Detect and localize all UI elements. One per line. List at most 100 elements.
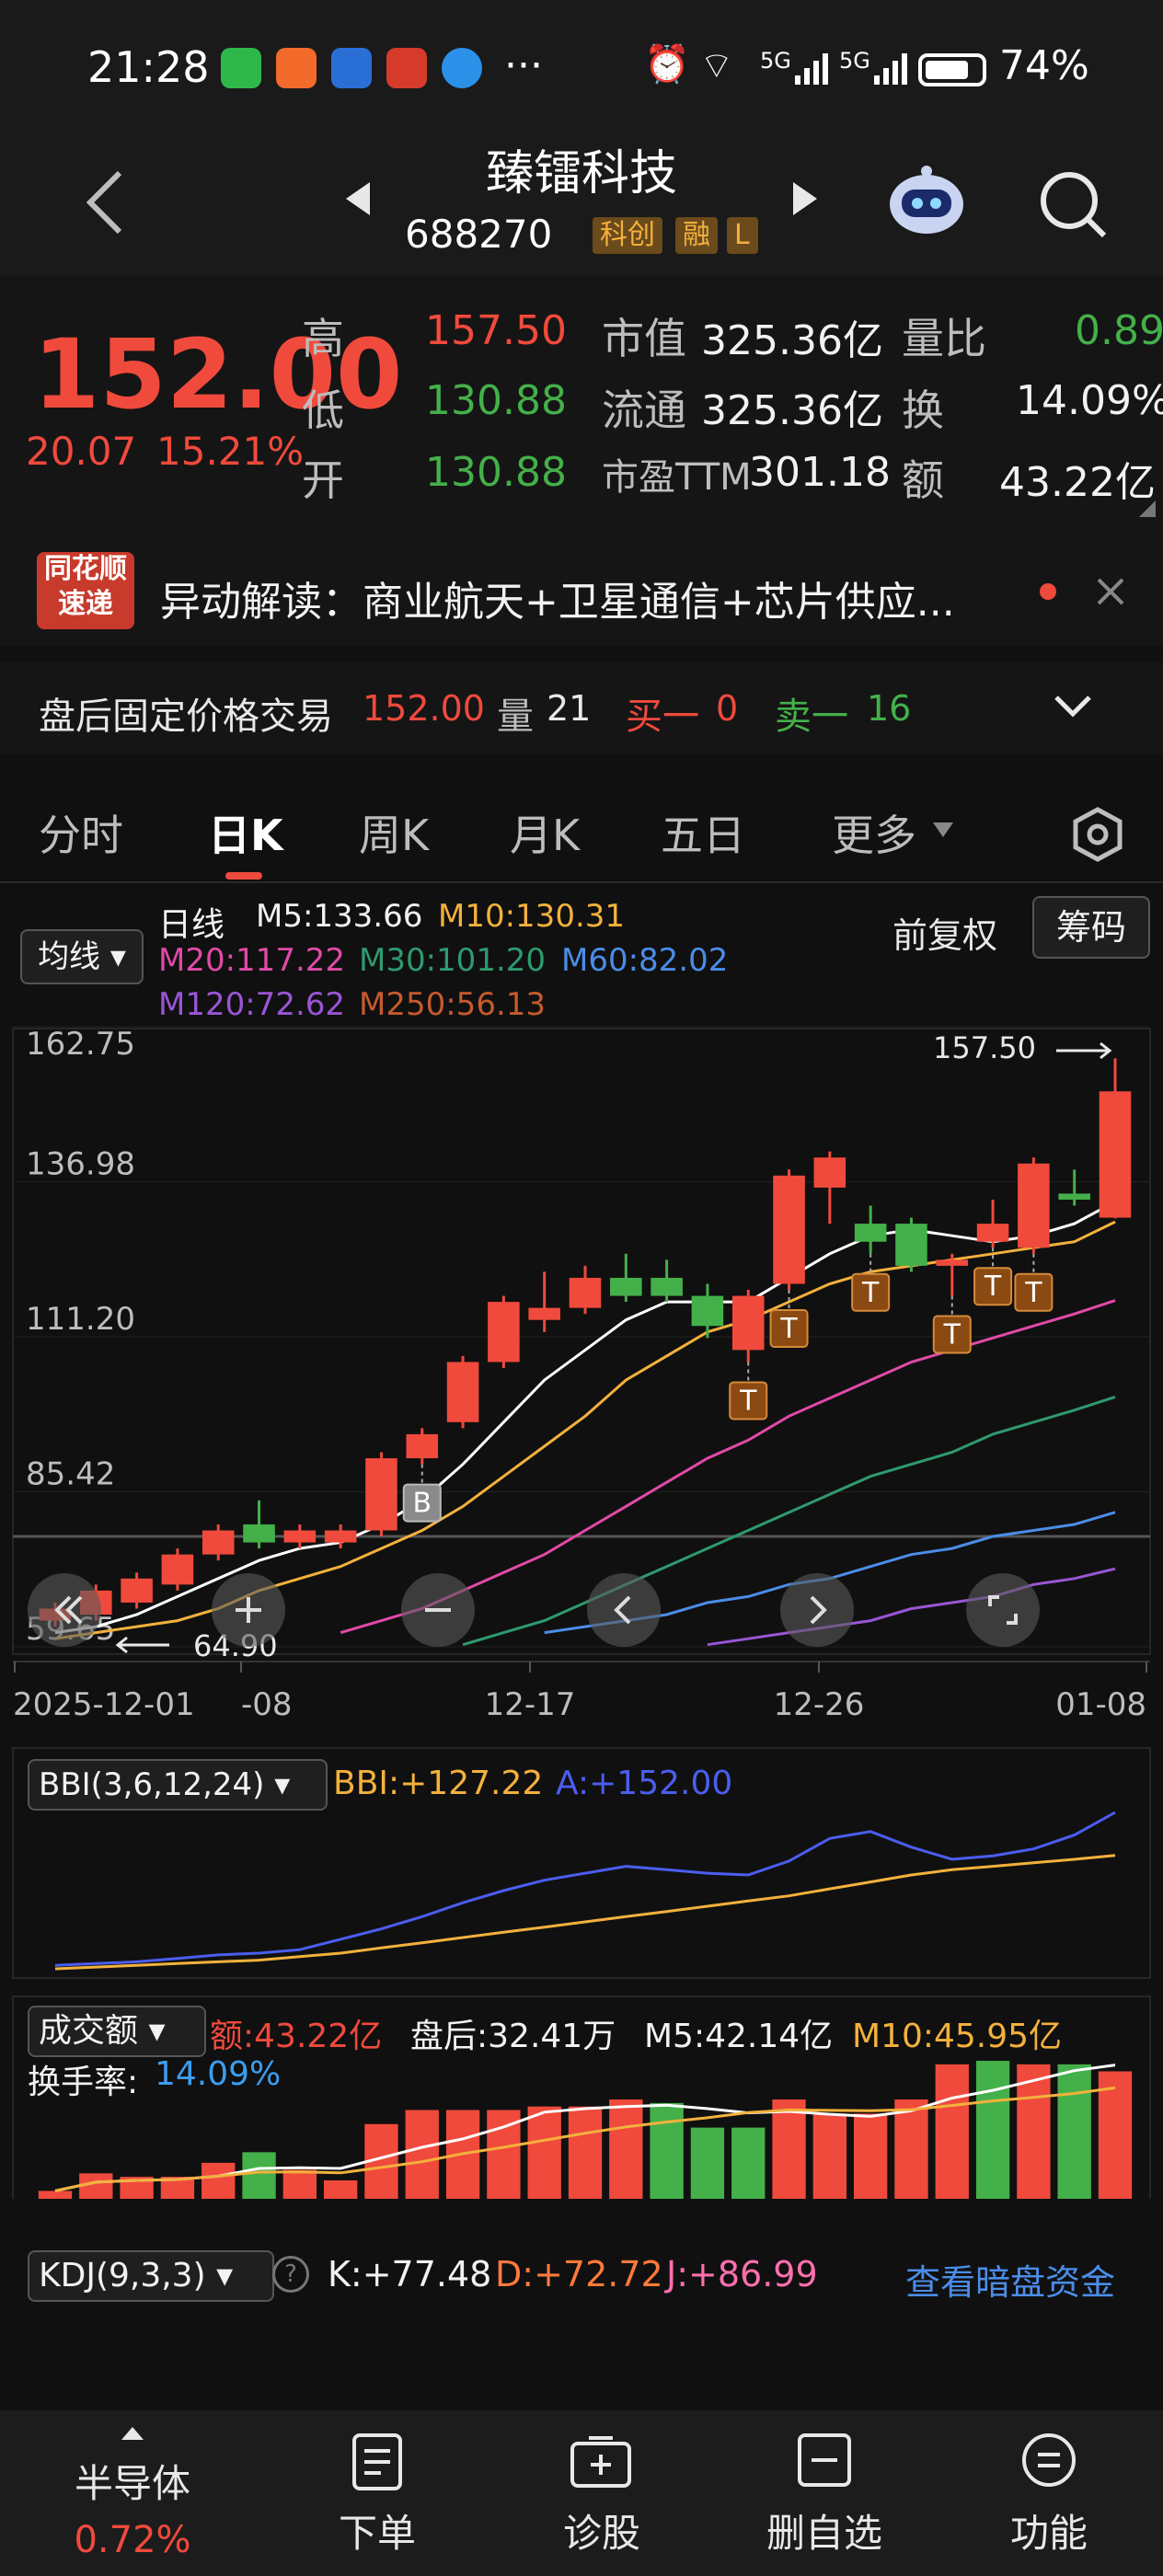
volume-selector[interactable]: 成交额 ▾ <box>28 2006 206 2057</box>
pan-right-icon-bg <box>780 1573 854 1647</box>
volume-bar <box>935 2064 969 2199</box>
tab-more[interactable]: 更多 <box>832 802 916 863</box>
chevron-down-icon[interactable] <box>1053 692 1093 719</box>
candle-body <box>854 1224 887 1242</box>
pe-label: 市盈TTM <box>602 456 752 499</box>
stock-name: 臻镭科技 <box>485 146 677 201</box>
float-label: 流通 <box>602 385 686 435</box>
functions-icon[interactable] <box>1021 2432 1077 2488</box>
candle-body <box>773 1175 805 1284</box>
robot-assistant-icon[interactable] <box>885 164 968 237</box>
adjust-mode[interactable]: 前复权 <box>892 907 997 958</box>
signal-5g-label: 5G <box>760 48 791 74</box>
zoom-out-icon[interactable] <box>401 1573 475 1647</box>
trade-marker-label: T <box>739 1385 757 1417</box>
remove-watchlist-icon[interactable] <box>797 2432 852 2488</box>
trade-marker-label: B <box>412 1488 432 1520</box>
tab-five-day[interactable]: 五日 <box>661 802 745 863</box>
chips-button[interactable]: 筹码 <box>1032 896 1150 959</box>
tab-daily-k[interactable]: 日K <box>208 802 283 863</box>
help-icon[interactable]: ? <box>272 2256 309 2293</box>
trade-marker-label: T <box>779 1313 798 1345</box>
dark-pool-link[interactable]: 查看暗盘资金 <box>905 2254 1115 2305</box>
candle-body <box>243 1524 275 1543</box>
signal-icon-2 <box>872 50 909 86</box>
candle-body <box>1058 1193 1090 1200</box>
candle-body <box>324 1530 357 1543</box>
kdj-selector[interactable]: KDJ(9,3,3) ▾ <box>28 2250 274 2302</box>
ma60-label: M60:82.02 <box>561 942 729 979</box>
app-icon-3 <box>331 48 372 88</box>
ma10-label: M10:130.31 <box>438 898 626 935</box>
volume-ratio-label: 量比 <box>902 314 986 363</box>
ma-selector-button[interactable]: 均线 ▾ <box>20 929 144 984</box>
float-value: 325.36亿 <box>701 387 883 434</box>
candle-body <box>936 1259 969 1266</box>
volume-bar <box>568 2106 603 2199</box>
bbi-selector[interactable]: BBI(3,6,12,24) ▾ <box>28 1759 328 1811</box>
open-label: 开 <box>302 455 344 505</box>
rewind-icon[interactable] <box>28 1573 101 1647</box>
functions-button[interactable]: 功能 <box>957 2502 1141 2559</box>
expand-corner-icon[interactable] <box>1139 500 1156 517</box>
search-icon[interactable] <box>1036 167 1110 241</box>
order-icon[interactable] <box>351 2432 403 2491</box>
volume-bar <box>323 2179 358 2199</box>
ma250-label: M250:56.13 <box>359 986 547 1023</box>
turnover-rate-label: 换手率: <box>28 2064 139 2101</box>
diagnose-button[interactable]: 诊股 <box>510 2502 694 2559</box>
volume-bar <box>202 2162 236 2199</box>
amount-value-label: 额:43.22亿 <box>210 2018 383 2055</box>
app-icon-4 <box>386 48 427 88</box>
close-icon[interactable] <box>1095 576 1126 607</box>
candle-body <box>283 1530 317 1543</box>
zoom-in-icon[interactable] <box>212 1573 285 1647</box>
volume-bar <box>690 2127 725 2199</box>
tab-weekly-k[interactable]: 周K <box>359 802 429 863</box>
candle-body <box>691 1295 724 1327</box>
volume-ratio-value: 0.89 <box>1075 307 1163 354</box>
next-stock-icon[interactable] <box>789 180 821 217</box>
volume-bar <box>731 2127 766 2199</box>
high-value: 157.50 <box>425 307 567 354</box>
news-text[interactable]: 异动解读：商业航天+卫星通信+芯片供应... <box>160 569 1016 627</box>
after-hours-label: 盘后固定价格交易 <box>39 696 333 738</box>
amount-value: 43.22亿 <box>999 459 1156 506</box>
volume-bar <box>650 2102 684 2199</box>
pan-right-icon[interactable] <box>780 1573 854 1647</box>
sector-change: 0.72% <box>74 2519 191 2561</box>
candle-body <box>731 1295 765 1351</box>
diagnose-icon[interactable] <box>569 2434 633 2490</box>
trade-marker-label: T <box>861 1277 880 1309</box>
low-label: 低 <box>302 385 344 435</box>
volume-bar <box>1057 2064 1091 2199</box>
tab-monthly-k[interactable]: 月K <box>510 802 580 863</box>
turnover-rate-value: 14.09% <box>155 2055 282 2093</box>
buy-one-value: 0 <box>716 688 739 729</box>
high-price-marker: 157.50 <box>933 1030 1036 1065</box>
bbi-value: BBI:+127.22 <box>333 1765 544 1802</box>
browser-icon <box>442 48 482 88</box>
candle-body <box>1018 1163 1050 1248</box>
order-button[interactable]: 下单 <box>285 2502 469 2559</box>
y-tick-label: 111.20 <box>26 1301 135 1338</box>
open-value: 130.88 <box>425 449 567 496</box>
price-change-pct: 15.21% <box>156 429 305 474</box>
candle-body <box>569 1277 602 1308</box>
fullscreen-icon-bg <box>966 1573 1040 1647</box>
vol-m10-label: M10:45.95亿 <box>852 2018 1063 2055</box>
low-value: 130.88 <box>425 377 567 424</box>
chart-settings-icon[interactable] <box>1069 806 1126 863</box>
tab-intraday[interactable]: 分时 <box>39 802 123 863</box>
remove-watchlist-button[interactable]: 删自选 <box>732 2502 916 2559</box>
signal-icon <box>793 50 830 86</box>
fullscreen-icon[interactable] <box>966 1573 1040 1647</box>
candle-body <box>121 1578 153 1603</box>
volume-bar <box>609 2099 643 2199</box>
pan-left-icon-bg <box>587 1573 661 1647</box>
volume-bar <box>242 2152 276 2199</box>
sector-name[interactable]: 半导体 <box>40 2453 225 2509</box>
trade-marker-label: T <box>984 1271 1002 1303</box>
volume-bar <box>772 2099 806 2199</box>
pan-left-icon[interactable] <box>587 1573 661 1647</box>
